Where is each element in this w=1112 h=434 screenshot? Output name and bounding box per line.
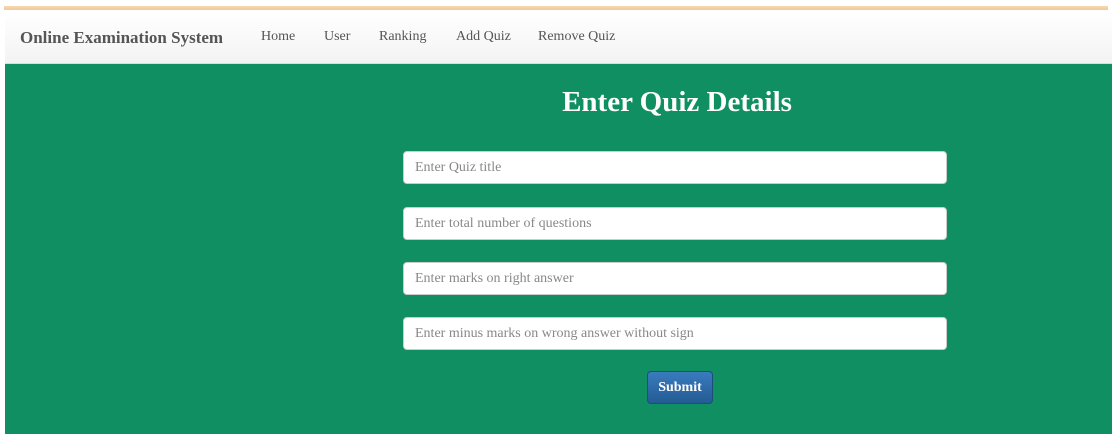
nav-remove-quiz-link[interactable]: Remove Quiz [538,29,615,45]
navbar: Online Examination System Home User Rank… [5,12,1112,64]
page-title: Enter Quiz Details [562,86,792,118]
total-questions-input[interactable] [403,207,947,240]
nav-home-link[interactable]: Home [261,29,295,45]
nav-user-link[interactable]: User [324,29,350,45]
nav-ranking-link[interactable]: Ranking [379,29,426,45]
title-wrapper: Enter Quiz Details [5,64,1112,164]
quiz-form-panel: Enter Quiz Details Submit [5,64,1112,434]
top-accent-bar [4,6,1108,10]
nav-add-quiz-link[interactable]: Add Quiz [456,29,511,45]
right-answer-marks-input[interactable] [403,262,947,295]
submit-button[interactable]: Submit [647,371,713,404]
app-window: Online Examination System Home User Rank… [0,0,1112,434]
wrong-answer-minus-marks-input[interactable] [403,317,947,350]
brand-link[interactable]: Online Examination System [20,28,223,48]
quiz-title-input[interactable] [403,151,947,184]
